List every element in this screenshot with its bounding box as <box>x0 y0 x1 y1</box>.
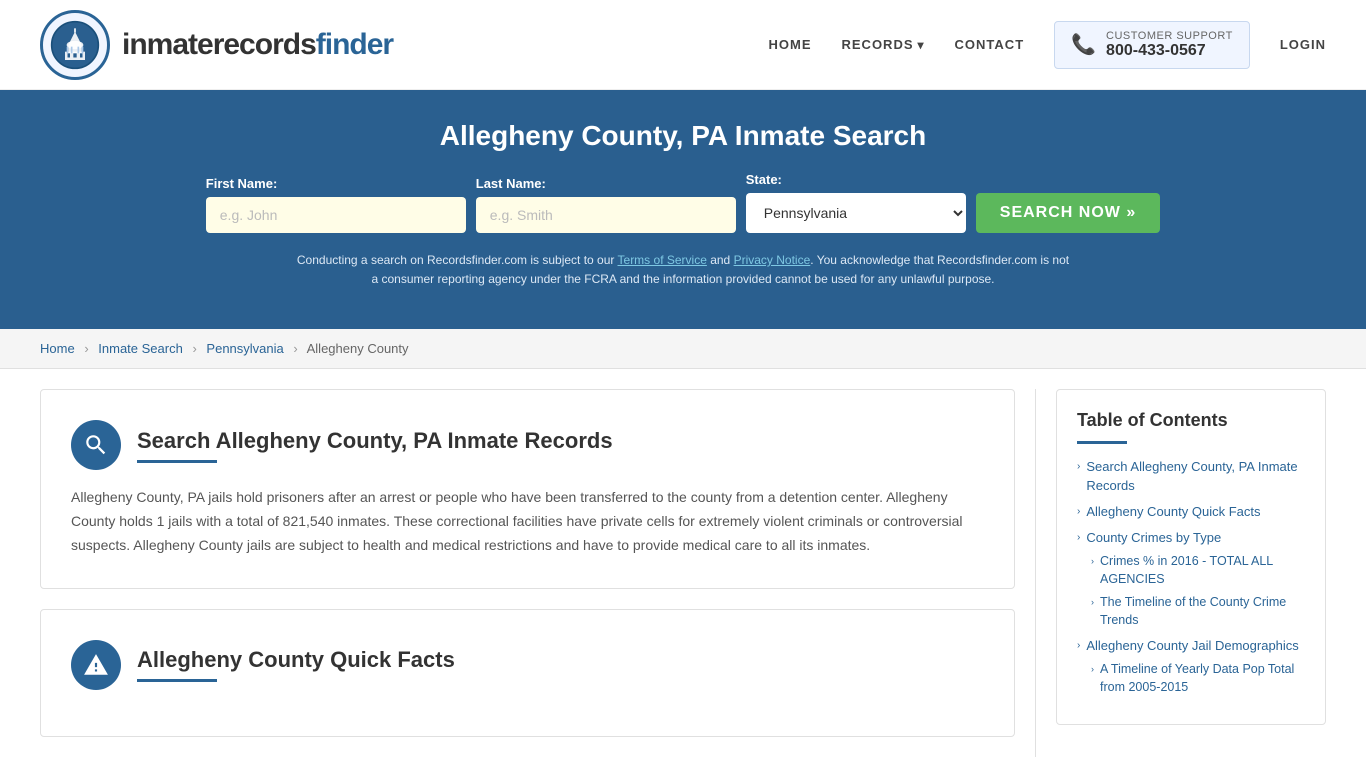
first-name-label: First Name: <box>206 176 466 191</box>
toc-list: › Search Allegheny County, PA Inmate Rec… <box>1077 458 1305 696</box>
toc-link-4[interactable]: › Allegheny County Jail Demographics <box>1077 637 1305 655</box>
phone-icon: 📞 <box>1071 32 1096 57</box>
state-group: State: Pennsylvania <box>746 172 966 233</box>
site-name: inmaterecordsfinder <box>122 28 393 62</box>
tos-link[interactable]: Terms of Service <box>618 253 707 267</box>
main-content: Search Allegheny County, PA Inmate Recor… <box>0 369 1366 776</box>
section1-title-block: Search Allegheny County, PA Inmate Recor… <box>137 428 613 463</box>
content-left: Search Allegheny County, PA Inmate Recor… <box>40 389 1036 756</box>
warning-icon <box>83 652 109 678</box>
search-button[interactable]: SEARCH NOW » <box>976 193 1160 233</box>
search-form: First Name: Last Name: State: Pennsylvan… <box>40 172 1326 233</box>
toc-sublink-3-2[interactable]: › The Timeline of the County Crime Trend… <box>1091 594 1305 629</box>
section1-underline <box>137 460 217 463</box>
section2-title: Allegheny County Quick Facts <box>137 647 455 673</box>
toc-divider <box>1077 441 1127 444</box>
nav-records[interactable]: RECORDS <box>842 37 925 52</box>
toc-subitem-3-1: › Crimes % in 2016 - TOTAL ALL AGENCIES <box>1091 553 1305 588</box>
chevron-right-icon-2: › <box>1077 505 1080 519</box>
breadcrumb-sep-3: › <box>293 341 297 356</box>
toc-sublink-4-1[interactable]: › A Timeline of Yearly Data Pop Total fr… <box>1091 661 1305 696</box>
section2-title-block: Allegheny County Quick Facts <box>137 647 455 682</box>
main-nav: HOME RECORDS CONTACT 📞 CUSTOMER SUPPORT … <box>769 21 1327 69</box>
breadcrumb-sep-1: › <box>84 341 88 356</box>
site-header: inmaterecordsfinder HOME RECORDS CONTACT… <box>0 0 1366 90</box>
sidebar-toc: Table of Contents › Search Allegheny Cou… <box>1036 389 1326 756</box>
section1-body: Allegheny County, PA jails hold prisoner… <box>71 486 984 557</box>
chevron-right-icon-5: › <box>1091 596 1094 609</box>
toc-link-2[interactable]: › Allegheny County Quick Facts <box>1077 503 1305 521</box>
warning-icon-circle <box>71 640 121 690</box>
support-box[interactable]: 📞 CUSTOMER SUPPORT 800-433-0567 <box>1054 21 1250 69</box>
toc-subitem-4-1: › A Timeline of Yearly Data Pop Total fr… <box>1091 661 1305 696</box>
logo-icon <box>40 10 110 80</box>
chevron-right-icon-7: › <box>1091 663 1094 676</box>
toc-sublist-4: › A Timeline of Yearly Data Pop Total fr… <box>1091 661 1305 696</box>
search-icon-circle <box>71 420 121 470</box>
toc-item-4: › Allegheny County Jail Demographics › A… <box>1077 637 1305 696</box>
toc-title: Table of Contents <box>1077 410 1305 431</box>
support-info: CUSTOMER SUPPORT 800-433-0567 <box>1106 30 1233 60</box>
toc-card: Table of Contents › Search Allegheny Cou… <box>1056 389 1326 725</box>
section2-header: Allegheny County Quick Facts <box>71 640 984 690</box>
breadcrumb: Home › Inmate Search › Pennsylvania › Al… <box>0 329 1366 369</box>
section2-underline <box>137 679 217 682</box>
nav-contact[interactable]: CONTACT <box>955 37 1025 52</box>
toc-item-1: › Search Allegheny County, PA Inmate Rec… <box>1077 458 1305 494</box>
breadcrumb-sep-2: › <box>192 341 196 356</box>
chevron-right-icon: › <box>1077 460 1080 474</box>
state-label: State: <box>746 172 966 187</box>
hero-section: Allegheny County, PA Inmate Search First… <box>0 90 1366 329</box>
toc-sublist-3: › Crimes % in 2016 - TOTAL ALL AGENCIES … <box>1091 553 1305 629</box>
state-select[interactable]: Pennsylvania <box>746 193 966 233</box>
login-button[interactable]: LOGIN <box>1280 37 1326 52</box>
section1-title: Search Allegheny County, PA Inmate Recor… <box>137 428 613 454</box>
last-name-input[interactable] <box>476 197 736 233</box>
toc-item-3: › County Crimes by Type › Crimes % in 20… <box>1077 529 1305 629</box>
last-name-group: Last Name: <box>476 176 736 233</box>
toc-sublink-3-1[interactable]: › Crimes % in 2016 - TOTAL ALL AGENCIES <box>1091 553 1305 588</box>
disclaimer-text: Conducting a search on Recordsfinder.com… <box>293 251 1073 289</box>
logo-area[interactable]: inmaterecordsfinder <box>40 10 393 80</box>
breadcrumb-current: Allegheny County <box>307 341 409 356</box>
first-name-group: First Name: <box>206 176 466 233</box>
privacy-link[interactable]: Privacy Notice <box>734 253 811 267</box>
first-name-input[interactable] <box>206 197 466 233</box>
last-name-label: Last Name: <box>476 176 736 191</box>
nav-home[interactable]: HOME <box>769 37 812 52</box>
search-icon <box>83 432 109 458</box>
toc-link-3[interactable]: › County Crimes by Type <box>1077 529 1305 547</box>
section-quick-facts: Allegheny County Quick Facts <box>40 609 1015 737</box>
toc-link-1[interactable]: › Search Allegheny County, PA Inmate Rec… <box>1077 458 1305 494</box>
breadcrumb-home[interactable]: Home <box>40 341 75 356</box>
chevron-right-icon-3: › <box>1077 531 1080 545</box>
breadcrumb-state[interactable]: Pennsylvania <box>206 341 283 356</box>
chevron-right-icon-4: › <box>1091 555 1094 568</box>
page-title: Allegheny County, PA Inmate Search <box>40 120 1326 152</box>
toc-item-2: › Allegheny County Quick Facts <box>1077 503 1305 521</box>
toc-subitem-3-2: › The Timeline of the County Crime Trend… <box>1091 594 1305 629</box>
breadcrumb-inmate-search[interactable]: Inmate Search <box>98 341 183 356</box>
chevron-right-icon-6: › <box>1077 639 1080 653</box>
section1-header: Search Allegheny County, PA Inmate Recor… <box>71 420 984 470</box>
section-inmate-records: Search Allegheny County, PA Inmate Recor… <box>40 389 1015 588</box>
